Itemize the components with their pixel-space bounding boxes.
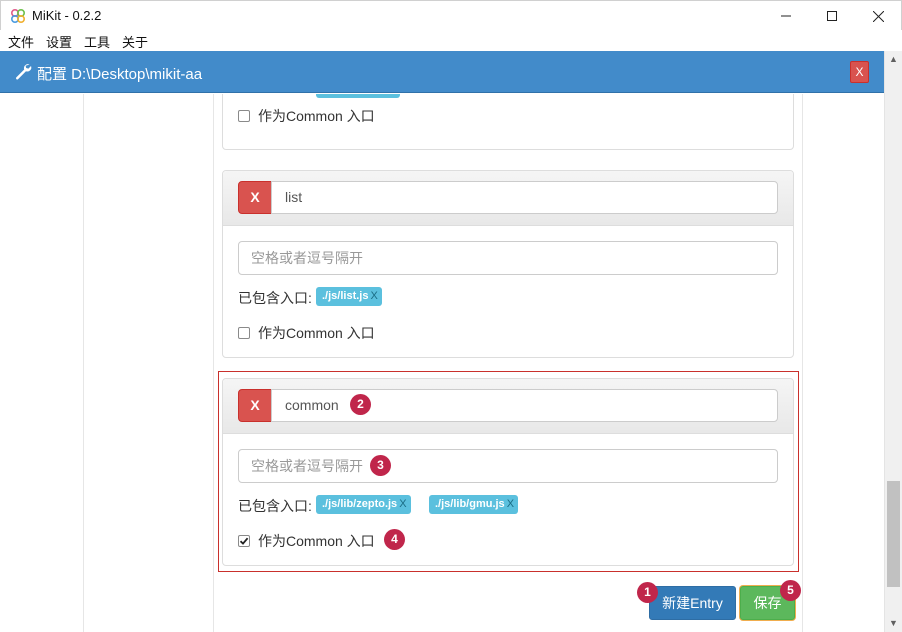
menu-file[interactable]: 文件: [8, 32, 34, 51]
new-entry-button[interactable]: 新建Entry: [649, 586, 736, 620]
common-checkbox[interactable]: [238, 327, 250, 339]
common-checkbox-checked[interactable]: [238, 535, 250, 547]
common-checkbox[interactable]: [238, 110, 250, 122]
window-title: MiKit - 0.2.2: [32, 8, 102, 23]
contains-label: 已包含入口:: [238, 498, 312, 514]
maximize-button[interactable]: [809, 1, 855, 31]
entry-panel-header: X common: [223, 379, 793, 434]
config-header: 配置 D:\Desktop\mikit-aa X: [0, 51, 884, 93]
annotation-badge-2: 2: [350, 394, 371, 415]
entry-name-input[interactable]: common: [271, 389, 778, 422]
entry-panel-common: X common 空格或者逗号隔开 已包含入口: ./js/lib/zepto.…: [222, 378, 794, 566]
remove-tag-button[interactable]: X: [399, 498, 406, 510]
entry-panel-list: X list 空格或者逗号隔开 已包含入口: ./js/list.js X 作为C…: [222, 170, 794, 358]
config-content: 作为Common 入口 X list 空格或者逗号隔开 已包含入口: ./js/…: [0, 94, 884, 632]
entry-tag-text: ./js/lib/zepto.js: [322, 498, 398, 510]
entry-tag-text: ./js/lib/gmu.js: [435, 498, 505, 510]
menu-bar: 文件 设置 工具 关于: [0, 30, 902, 51]
remove-tag-button[interactable]: X: [507, 498, 514, 510]
minimize-button[interactable]: [763, 1, 809, 31]
annotation-badge-3: 3: [370, 455, 391, 476]
column-divider: [802, 94, 803, 632]
maximize-icon: [827, 11, 837, 21]
scroll-up-arrow-icon[interactable]: ▲: [885, 51, 902, 68]
entry-tag: ./js/list.js X: [316, 287, 382, 306]
delete-entry-button[interactable]: X: [238, 389, 272, 422]
menu-tools[interactable]: 工具: [84, 32, 110, 51]
entry-name-input[interactable]: list: [271, 181, 778, 214]
common-checkbox-label: 作为Common 入口: [258, 533, 375, 549]
minimize-icon: [781, 15, 791, 17]
scrollbar-thumb[interactable]: [887, 481, 900, 587]
checkmark-icon: [239, 537, 249, 545]
mikit-logo-icon: [10, 8, 26, 24]
scroll-down-arrow-icon[interactable]: ▼: [885, 615, 902, 632]
annotation-badge-4: 4: [384, 529, 405, 550]
close-config-button[interactable]: X: [850, 61, 869, 83]
close-icon: [872, 10, 884, 22]
entry-tag-partial: [316, 94, 400, 98]
menu-about[interactable]: 关于: [122, 32, 148, 51]
delete-entry-button[interactable]: X: [238, 181, 272, 214]
column-divider: [83, 94, 84, 632]
entry-files-input[interactable]: 空格或者逗号隔开: [238, 449, 778, 483]
title-bar: MiKit - 0.2.2: [0, 0, 902, 30]
column-divider: [213, 94, 214, 632]
common-checkbox-label: 作为Common 入口: [258, 325, 375, 341]
entry-panel: 作为Common 入口: [222, 94, 794, 150]
entry-tag: ./js/lib/gmu.js X: [429, 495, 519, 514]
common-checkbox-label: 作为Common 入口: [258, 108, 375, 124]
entry-tag-text: ./js/list.js: [322, 290, 369, 302]
entry-panel-header: X list: [223, 171, 793, 226]
config-title: 配置 D:\Desktop\mikit-aa: [37, 66, 203, 83]
contains-label: 已包含入口:: [238, 290, 312, 306]
wrench-icon: [15, 64, 32, 80]
menu-settings[interactable]: 设置: [46, 32, 72, 51]
annotation-badge-5: 5: [780, 580, 801, 601]
entry-tag: ./js/lib/zepto.js X: [316, 495, 411, 514]
close-window-button[interactable]: [855, 1, 901, 31]
entry-files-input[interactable]: 空格或者逗号隔开: [238, 241, 778, 275]
vertical-scrollbar[interactable]: ▲ ▼: [884, 51, 902, 632]
remove-tag-button[interactable]: X: [370, 290, 377, 302]
annotation-badge-1: 1: [637, 582, 658, 603]
